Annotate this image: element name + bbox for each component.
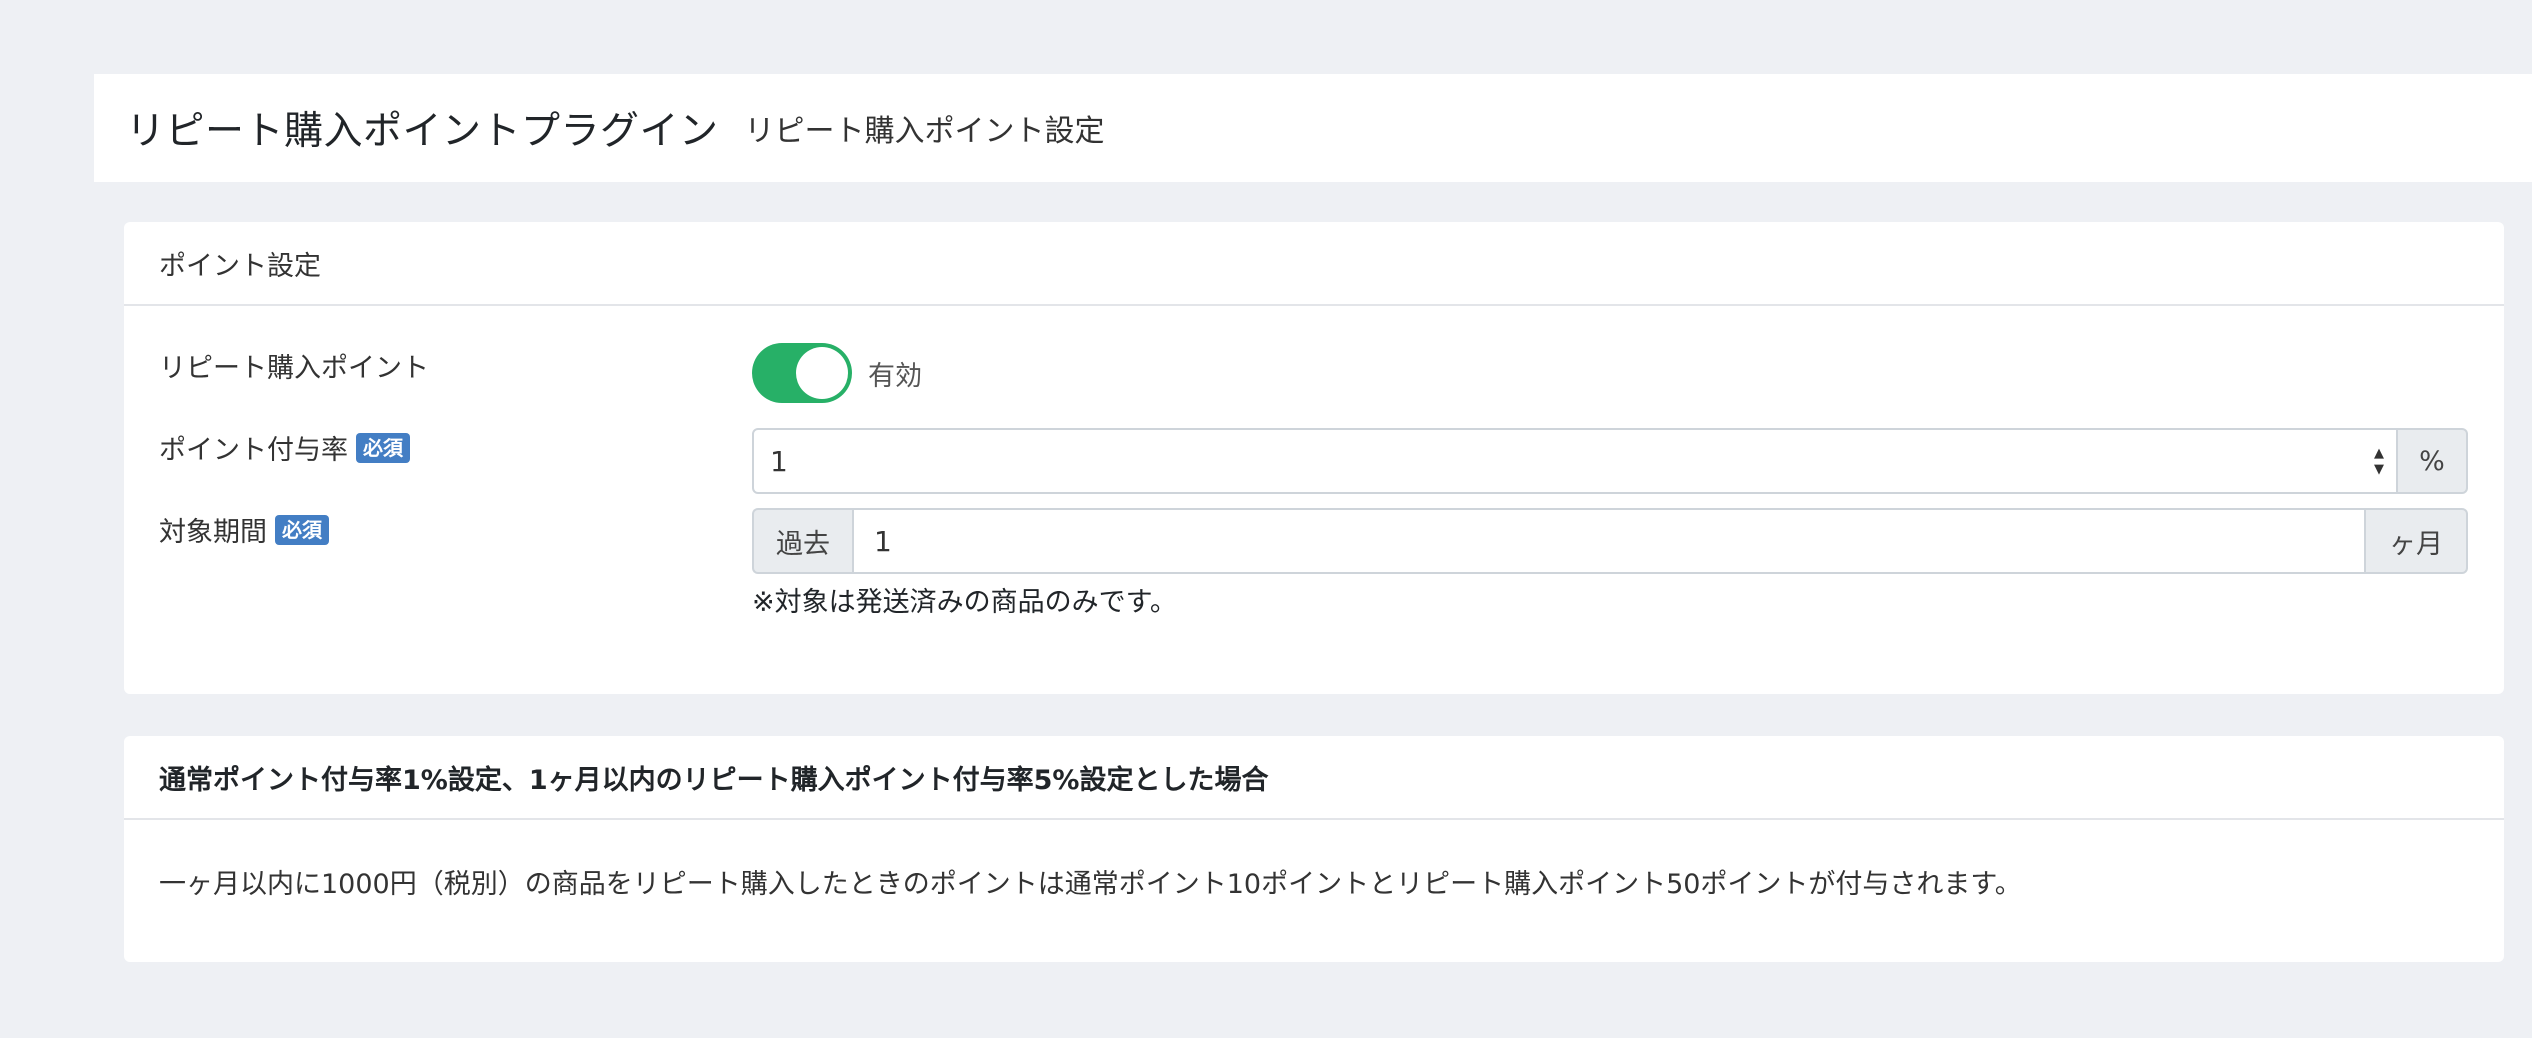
example-card-title: 通常ポイント付与率1%設定、1ヶ月以内のリピート購入ポイント付与率5%設定とした… [124, 736, 2504, 820]
page-header: リピート購入ポイントプラグイン リピート購入ポイント設定 [94, 74, 2532, 182]
rate-label-text: ポイント付与率 [159, 435, 348, 466]
past-addon: 過去 [752, 508, 852, 574]
point-settings-card: ポイント設定 リピート購入ポイント 有効 ポイント付与率 必須 1 ▲ ▼ % 対… [124, 222, 2504, 694]
card-title: ポイント設定 [124, 222, 2504, 306]
rate-input-group: 1 ▲ ▼ % [752, 428, 2468, 494]
spinner-icon[interactable]: ▲ ▼ [2374, 446, 2384, 478]
period-label: 対象期間 必須 [159, 510, 329, 549]
repeat-point-toggle[interactable] [752, 343, 852, 403]
page-title: リピート購入ポイントプラグイン [126, 109, 719, 154]
period-note: ※対象は発送済みの商品のみです。 [752, 587, 1177, 618]
rate-value: 1 [770, 444, 788, 478]
period-value: 1 [874, 524, 892, 558]
repeat-point-label: リピート購入ポイント [159, 346, 429, 385]
toggle-status-label: 有効 [868, 361, 922, 392]
period-label-text: 対象期間 [159, 517, 267, 548]
required-badge: 必須 [356, 432, 410, 463]
rate-label: ポイント付与率 必須 [159, 428, 410, 467]
required-badge: 必須 [275, 514, 329, 545]
page-subtitle: リピート購入ポイント設定 [744, 114, 1105, 149]
toggle-knob [796, 347, 848, 399]
example-card: 通常ポイント付与率1%設定、1ヶ月以内のリピート購入ポイント付与率5%設定とした… [124, 736, 2504, 962]
percent-addon: % [2398, 428, 2468, 494]
rate-input[interactable]: 1 ▲ ▼ [752, 428, 2398, 494]
example-description: 一ヶ月以内に1000円（税別）の商品をリピート購入したときのポイントは通常ポイン… [159, 869, 2022, 900]
repeat-point-label-text: リピート購入ポイント [159, 353, 429, 384]
month-addon: ヶ月 [2366, 508, 2468, 574]
period-input-group: 過去 1 ヶ月 [752, 508, 2468, 574]
period-input[interactable]: 1 [852, 508, 2366, 574]
